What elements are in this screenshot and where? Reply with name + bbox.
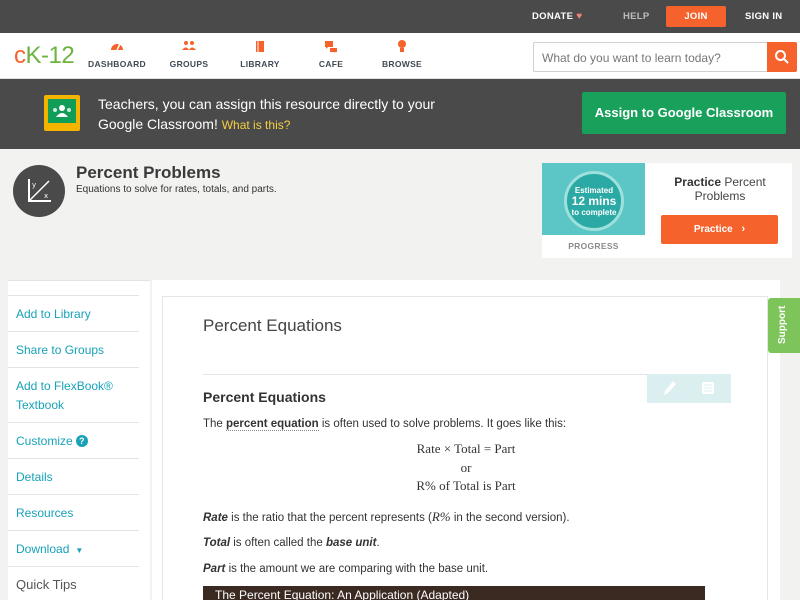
banner-text: Teachers, you can assign this resource d… bbox=[98, 94, 458, 135]
help-icon[interactable]: ? bbox=[75, 435, 88, 447]
sidebar-item-share-to-groups[interactable]: Share to Groups bbox=[8, 331, 139, 367]
practice-button[interactable]: Practice › bbox=[661, 215, 778, 244]
nav-cafe-label: CAFE bbox=[318, 59, 344, 69]
paragraph-total: Total is often called the base unit. bbox=[203, 536, 380, 550]
caret-down-icon: ▼ bbox=[75, 546, 84, 555]
chevron-right-icon: › bbox=[741, 223, 746, 235]
library-icon bbox=[256, 41, 264, 52]
donate-label: DONATE bbox=[532, 11, 574, 22]
paragraph-rate: Rate is the ratio that the percent repre… bbox=[203, 510, 570, 525]
equation-line-2: or bbox=[460, 460, 472, 475]
paragraph-intro: The percent equation is often used to so… bbox=[203, 417, 566, 431]
practice-card: Estimated 12 mins to complete PROGRESS P… bbox=[542, 163, 792, 258]
search-icon bbox=[775, 50, 789, 64]
nav-browse[interactable]: BROWSE bbox=[367, 39, 437, 69]
concept-icon: yx bbox=[13, 165, 65, 217]
total-term: Total bbox=[203, 537, 231, 549]
ck12-logo[interactable]: cK-12 bbox=[14, 43, 75, 69]
sign-in-link[interactable]: SIGN IN bbox=[745, 0, 782, 33]
section-title: Percent Equations bbox=[203, 389, 326, 405]
sidebar-quick-tips[interactable]: Quick Tips bbox=[8, 566, 139, 600]
groups-icon bbox=[182, 41, 196, 50]
assign-to-google-classroom-button[interactable]: Assign to Google Classroom bbox=[582, 92, 786, 134]
practice-button-label: Practice bbox=[693, 224, 733, 235]
google-classroom-banner: Teachers, you can assign this resource d… bbox=[0, 79, 800, 149]
p3-text-b: is often called the bbox=[230, 537, 326, 549]
percent-equation-term[interactable]: percent equation bbox=[226, 418, 319, 431]
part-term: Part bbox=[203, 563, 226, 575]
nav-dashboard[interactable]: DASHBOARD bbox=[82, 39, 152, 69]
sidebar-item-add-to-library[interactable]: Add to Library bbox=[8, 295, 139, 331]
sidebar-item-download[interactable]: Download ▼ bbox=[8, 530, 139, 566]
customize-label: Customize bbox=[16, 434, 73, 448]
video-player[interactable]: The Percent Equation: An Application (Ad… bbox=[203, 586, 705, 600]
support-tab[interactable]: Support bbox=[768, 298, 800, 353]
search-box bbox=[533, 42, 797, 72]
progress-label: PROGRESS bbox=[568, 241, 619, 251]
rate-term: Rate bbox=[203, 512, 228, 524]
svg-text:x: x bbox=[44, 192, 48, 200]
nav-dashboard-label: DASHBOARD bbox=[88, 59, 146, 69]
p2-math: R% bbox=[431, 509, 451, 524]
nav-groups-label: GROUPS bbox=[169, 59, 209, 69]
p4-text-b: is the amount we are comparing with the … bbox=[225, 563, 489, 575]
browse-icon bbox=[398, 40, 406, 52]
svg-text:y: y bbox=[32, 181, 36, 189]
sidebar-item-customize[interactable]: Customize? bbox=[8, 422, 139, 458]
download-label: Download bbox=[16, 542, 70, 556]
practice-thumbnail: Estimated 12 mins to complete bbox=[542, 163, 645, 235]
p2-text-b: is the ratio that the percent represents… bbox=[227, 512, 432, 524]
left-sidebar: Add to Library Share to Groups Add to Fl… bbox=[8, 280, 150, 600]
search-input[interactable] bbox=[542, 49, 767, 67]
sidebar-item-details[interactable]: Details bbox=[8, 458, 139, 494]
nav-library[interactable]: LIBRARY bbox=[225, 39, 295, 69]
p1-text-b: is often used to solve problems. It goes… bbox=[318, 418, 567, 430]
base-unit-term: base unit bbox=[325, 537, 377, 549]
nav-groups[interactable]: GROUPS bbox=[154, 39, 224, 69]
dashboard-icon bbox=[111, 43, 123, 51]
estimate-line3: to complete bbox=[571, 208, 617, 217]
nav-cafe[interactable]: CAFE bbox=[296, 39, 366, 69]
p2-text-c: in the second version). bbox=[450, 512, 570, 524]
support-label: Support bbox=[777, 305, 788, 344]
top-utility-bar: DONATE ♥ HELP JOIN SIGN IN bbox=[0, 0, 800, 33]
equation-line-1: Rate × Total = Part bbox=[416, 441, 516, 456]
sidebar-item-add-to-flexbook[interactable]: Add to FlexBook® Textbook bbox=[8, 367, 139, 422]
equation-line-3: R% of Total is Part bbox=[416, 478, 516, 493]
paragraph-part: Part is the amount we are comparing with… bbox=[203, 562, 488, 576]
content-title: Percent Equations bbox=[203, 316, 342, 335]
content-panel: Percent Equations Percent Equations The … bbox=[162, 296, 768, 600]
p1-text-a: The bbox=[203, 418, 227, 430]
sidebar-item-resources[interactable]: Resources bbox=[8, 494, 139, 530]
help-link[interactable]: HELP bbox=[623, 0, 650, 33]
cafe-icon bbox=[325, 41, 337, 53]
google-classroom-icon bbox=[44, 95, 80, 131]
nav-browse-label: BROWSE bbox=[381, 59, 423, 69]
estimate-badge: Estimated 12 mins to complete bbox=[564, 171, 624, 231]
pencil-icon[interactable] bbox=[663, 380, 677, 396]
practice-title: Practice Percent Problems bbox=[660, 175, 780, 203]
practice-title-bold: Practice bbox=[674, 175, 721, 189]
join-button[interactable]: JOIN bbox=[666, 6, 726, 27]
p3-text-c: . bbox=[376, 537, 380, 549]
estimate-minutes: 12 mins bbox=[571, 194, 617, 208]
what-is-this-link[interactable]: What is this? bbox=[222, 118, 291, 132]
page-subtitle: Equations to solve for rates, totals, an… bbox=[76, 184, 277, 195]
main-nav: cK-12 DASHBOARD GROUPS LIBRARY CAFE BROW… bbox=[0, 33, 800, 79]
donate-link[interactable]: DONATE ♥ bbox=[532, 0, 582, 33]
nav-library-label: LIBRARY bbox=[240, 59, 280, 69]
notes-icon[interactable] bbox=[701, 381, 715, 395]
annotation-toolbox bbox=[647, 374, 731, 403]
heart-icon: ♥ bbox=[576, 11, 583, 22]
video-title: The Percent Equation: An Application (Ad… bbox=[215, 588, 470, 600]
search-button[interactable] bbox=[767, 42, 797, 72]
page-title: Percent Problems bbox=[76, 163, 221, 182]
